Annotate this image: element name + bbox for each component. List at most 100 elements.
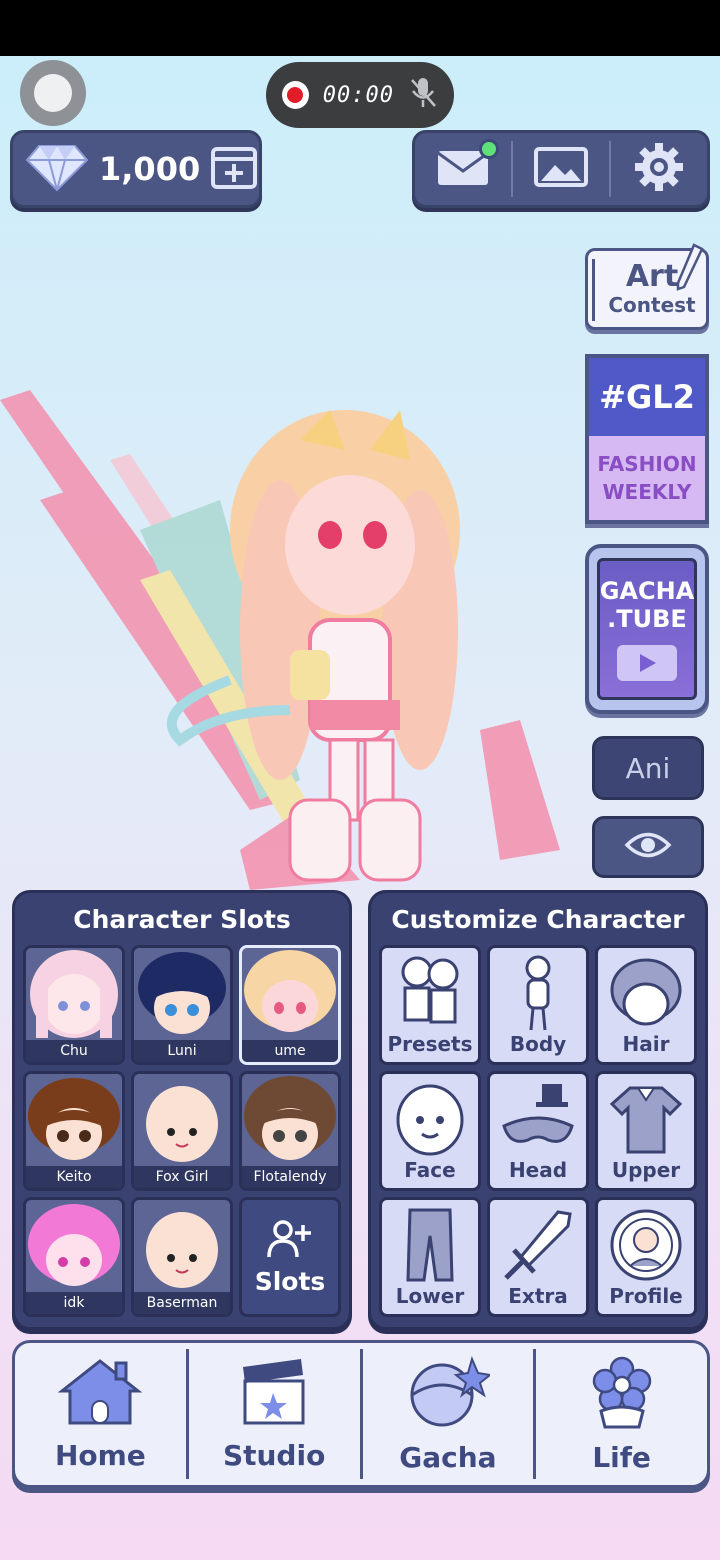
add-user-icon [267, 1219, 313, 1263]
eye-icon [624, 830, 672, 864]
nav-studio-label: Studio [222, 1438, 326, 1472]
avatar [26, 1074, 122, 1166]
customize-lower-button[interactable]: Lower [379, 1197, 481, 1317]
record-icon[interactable] [282, 81, 309, 109]
customize-label: Extra [508, 1284, 568, 1308]
ani-label: Ani [625, 751, 671, 785]
gachatube-label-line2: .TUBE [607, 605, 687, 633]
avatar [134, 1200, 230, 1292]
fashion-weekly-banner[interactable]: #GL2 FASHION WEEKLY [585, 354, 709, 524]
customize-label: Hair [622, 1032, 670, 1056]
gachatube-label-line1: GACHA [599, 577, 695, 605]
gallery-button[interactable] [513, 133, 609, 205]
slot-ume[interactable]: ume [239, 945, 341, 1065]
nav-gacha[interactable]: Gacha [363, 1343, 534, 1485]
customize-label: Lower [395, 1284, 465, 1308]
slot-name: Flotalendy [242, 1166, 338, 1188]
nav-home[interactable]: Home [15, 1343, 186, 1485]
customize-profile-button[interactable]: Profile [595, 1197, 697, 1317]
slot-name: ume [242, 1040, 338, 1062]
top-right-toolbar [412, 130, 710, 208]
slot-chu[interactable]: Chu [23, 945, 125, 1065]
hair-icon [606, 954, 686, 1032]
nav-studio[interactable]: Studio [189, 1343, 360, 1485]
slot-fox-girl[interactable]: Fox Girl [131, 1071, 233, 1191]
customize-label: Profile [609, 1284, 683, 1308]
fashion-tag: #GL2 [589, 358, 705, 436]
fashion-label-line2: WEEKLY [602, 480, 692, 504]
body-icon [508, 954, 568, 1032]
customize-label: Upper [611, 1158, 681, 1182]
avatar [134, 948, 230, 1040]
customize-upper-button[interactable]: Upper [595, 1071, 697, 1191]
pencil-icon [674, 243, 704, 297]
slot-flotalendy[interactable]: Flotalendy [239, 1071, 341, 1191]
slot-name: Chu [26, 1040, 122, 1062]
assistive-touch-button[interactable] [20, 60, 86, 126]
customize-label: Face [404, 1158, 456, 1182]
add-gems-icon[interactable] [210, 143, 258, 195]
toggle-visibility-button[interactable] [592, 816, 704, 878]
add-slots-label: Slots [254, 1266, 326, 1296]
mic-off-icon[interactable] [408, 76, 438, 114]
flower-icon [587, 1355, 657, 1433]
settings-button[interactable] [611, 133, 707, 205]
diamond-icon [25, 142, 89, 196]
character-slots-panel: Character Slots Chu Luni ume Keito Fox G… [12, 890, 352, 1330]
customize-hair-button[interactable]: Hair [595, 945, 697, 1065]
top-hat-mask-icon [498, 1080, 578, 1158]
slot-name: Baserman [134, 1292, 230, 1314]
gem-count: 1,000 [99, 150, 201, 188]
nav-life-label: Life [592, 1440, 651, 1474]
play-icon [617, 645, 677, 681]
slot-baserman[interactable]: Baserman [131, 1197, 233, 1317]
gacha-tube-button[interactable]: GACHA .TUBE [585, 544, 709, 714]
art-contest-button[interactable]: Art Contest [585, 243, 709, 330]
nav-home-label: Home [54, 1438, 146, 1472]
art-contest-label-line1: Art [625, 259, 679, 294]
slot-idk[interactable]: idk [23, 1197, 125, 1317]
status-bar [0, 0, 720, 56]
gem-balance: 1,000 [10, 130, 262, 208]
character-preview[interactable] [0, 380, 580, 900]
customize-character-panel: Customize Character Presets Body Hair Fa… [368, 890, 708, 1330]
clapperboard-icon [239, 1357, 309, 1431]
nav-gacha-label: Gacha [399, 1440, 497, 1474]
customize-presets-button[interactable]: Presets [379, 945, 481, 1065]
character-slots-title: Character Slots [73, 905, 291, 934]
notification-dot [479, 139, 499, 159]
nav-life[interactable]: Life [536, 1343, 707, 1485]
profile-icon [606, 1206, 686, 1284]
slot-keito[interactable]: Keito [23, 1071, 125, 1191]
customize-label: Body [509, 1032, 567, 1056]
screen-recorder-pill[interactable]: 00:00 [266, 62, 454, 128]
presets-icon [387, 954, 473, 1032]
sword-icon [498, 1206, 578, 1284]
avatar [26, 948, 122, 1040]
slot-name: Keito [26, 1166, 122, 1188]
customize-face-button[interactable]: Face [379, 1071, 481, 1191]
pants-icon [400, 1206, 460, 1284]
recording-time: 00:00 [322, 82, 394, 108]
shirt-icon [606, 1080, 686, 1158]
ani-button[interactable]: Ani [592, 736, 704, 800]
avatar [242, 948, 338, 1040]
customize-extra-button[interactable]: Extra [487, 1197, 589, 1317]
fashion-label-line1: FASHION [597, 452, 697, 476]
customize-body-button[interactable]: Body [487, 945, 589, 1065]
gear-icon [633, 141, 685, 197]
bottom-navigation: Home Studio Gacha Life [12, 1340, 710, 1488]
add-slots-button[interactable]: Slots [239, 1197, 341, 1317]
house-icon [58, 1357, 143, 1431]
avatar [26, 1200, 122, 1292]
customize-character-title: Customize Character [391, 905, 685, 934]
customize-label: Presets [387, 1032, 473, 1056]
slot-name: Fox Girl [134, 1166, 230, 1188]
slot-luni[interactable]: Luni [131, 945, 233, 1065]
avatar [242, 1074, 338, 1166]
mail-button[interactable] [415, 133, 511, 205]
face-icon [390, 1080, 470, 1158]
slot-name: Luni [134, 1040, 230, 1062]
customize-head-button[interactable]: Head [487, 1071, 589, 1191]
avatar [134, 1074, 230, 1166]
